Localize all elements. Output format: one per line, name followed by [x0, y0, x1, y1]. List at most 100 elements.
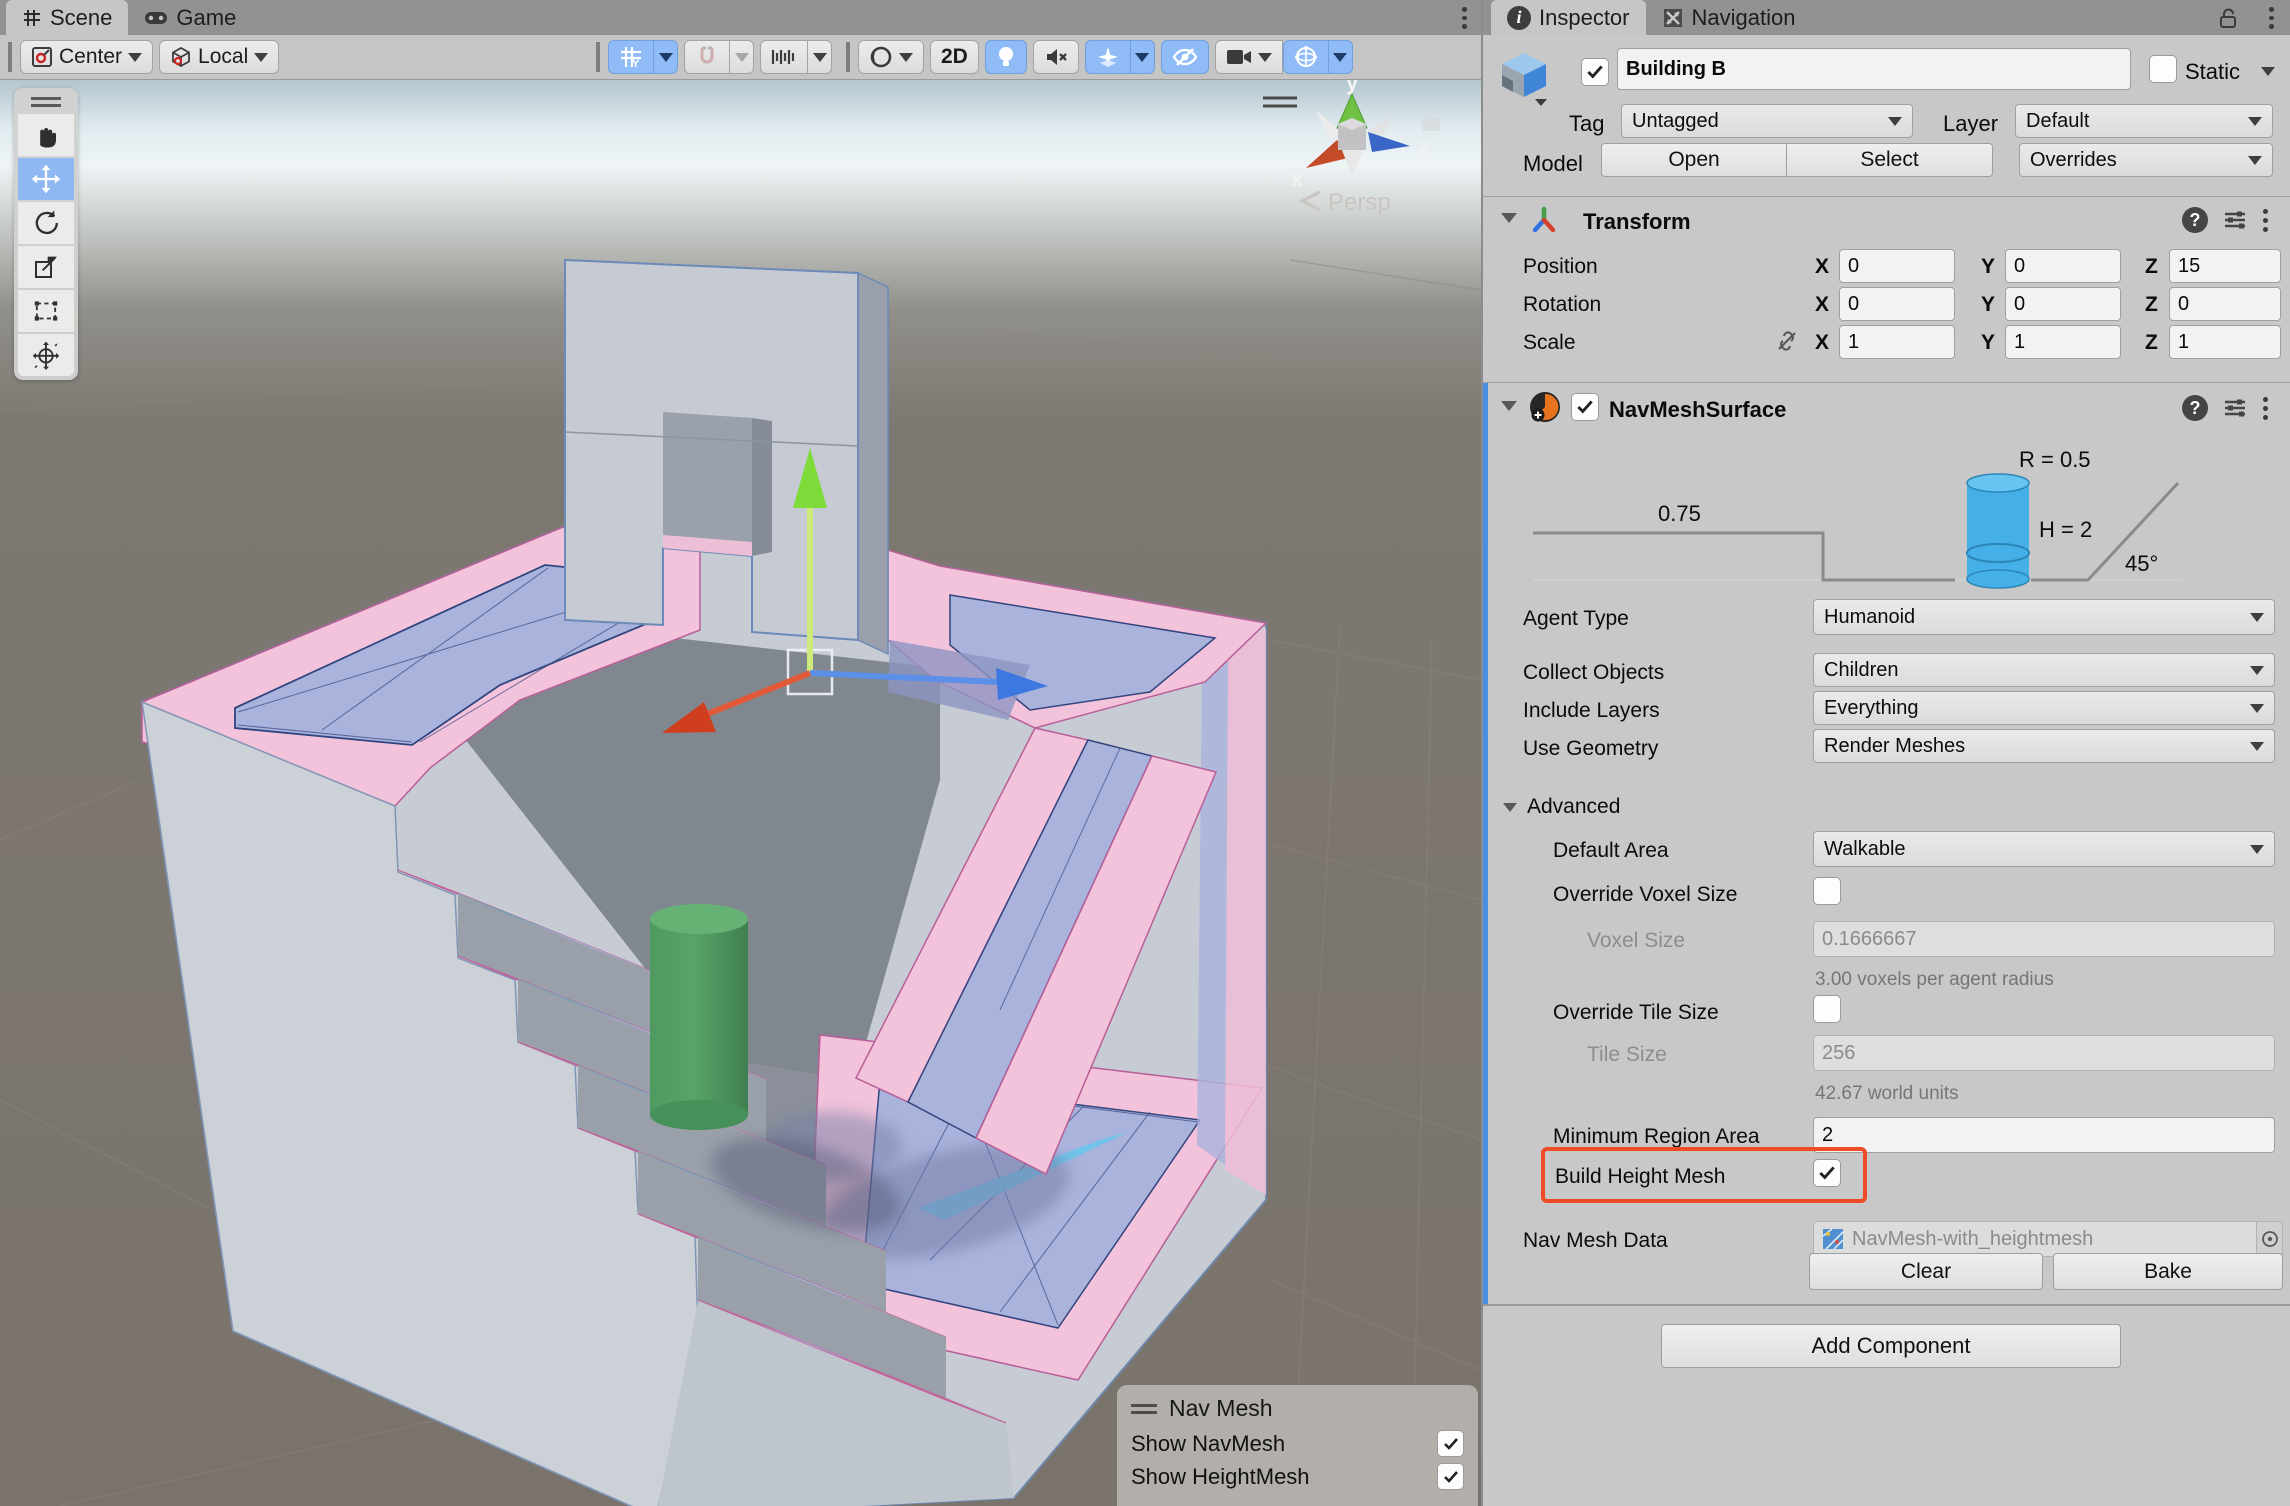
navmesh-overlay-drag-handle[interactable]: [1131, 1404, 1157, 1414]
grid-options-caret[interactable]: [654, 40, 678, 74]
object-picker-button[interactable]: [2257, 1221, 2283, 1257]
position-z-field[interactable]: [2169, 249, 2281, 283]
toolbar-grip[interactable]: [846, 42, 850, 72]
advanced-foldout[interactable]: [1503, 803, 1517, 812]
effects-star-icon: [1096, 45, 1120, 69]
scale-x-field[interactable]: [1839, 325, 1955, 359]
nav-mesh-data-value: NavMesh-with_heightmesh: [1852, 1228, 2093, 1251]
projection-label[interactable]: Persp: [1328, 189, 1391, 216]
show-heightmesh-checkbox[interactable]: [1437, 1463, 1464, 1490]
scale-tool[interactable]: [18, 246, 74, 288]
rect-tool[interactable]: [18, 290, 74, 332]
transform-tool[interactable]: [18, 334, 74, 376]
override-tile-size-label: Override Tile Size: [1553, 1001, 1719, 1025]
toolbar-grip[interactable]: [8, 42, 12, 72]
snap-options-caret[interactable]: [730, 40, 754, 74]
gizmos-options-caret[interactable]: [1329, 40, 1353, 74]
presets-icon[interactable]: [2222, 207, 2248, 233]
tab-scene[interactable]: Scene: [6, 0, 128, 35]
lightbulb-icon: [996, 45, 1016, 69]
inspector-menu-kebab-icon[interactable]: [2268, 7, 2274, 29]
rotate-tool[interactable]: [18, 202, 74, 244]
layer-dropdown[interactable]: Default: [2015, 104, 2273, 138]
show-navmesh-checkbox[interactable]: [1437, 1430, 1464, 1457]
grid-axis-icon: Y: [619, 45, 643, 69]
model-select-button[interactable]: Select: [1787, 143, 1993, 177]
snap-button[interactable]: [684, 40, 730, 74]
divider: [1483, 1304, 2290, 1306]
pivot-mode-button[interactable]: Center: [20, 40, 153, 74]
measure-options-caret[interactable]: [808, 40, 832, 74]
static-checkbox[interactable]: [2149, 55, 2177, 83]
scale-z-field[interactable]: [2169, 325, 2281, 359]
override-tile-size-checkbox[interactable]: [1813, 995, 1841, 1023]
gameobject-active-checkbox[interactable]: [1581, 58, 1609, 86]
bake-button[interactable]: Bake: [2053, 1253, 2283, 1290]
gizmos-button[interactable]: [1283, 40, 1329, 74]
tile-size-helper: 42.67 world units: [1815, 1083, 1959, 1105]
tab-inspector[interactable]: i Inspector: [1491, 0, 1646, 35]
nav-mesh-data-field[interactable]: NavMesh-with_heightmesh: [1813, 1221, 2257, 1257]
use-geometry-dropdown[interactable]: Render Meshes: [1813, 729, 2275, 763]
tab-game[interactable]: Game: [128, 0, 252, 35]
rotate-icon: [31, 208, 61, 238]
model-open-button[interactable]: Open: [1601, 143, 1787, 177]
scale-y-field[interactable]: [2005, 325, 2121, 359]
transform-kebab-icon[interactable]: [2262, 208, 2268, 232]
navmeshsurface-enabled-checkbox[interactable]: [1571, 393, 1599, 421]
agent-type-dropdown[interactable]: Humanoid: [1813, 599, 2275, 635]
gameobject-header: Static Tag Untagged Layer Default Model …: [1483, 35, 2290, 185]
static-flags-caret[interactable]: [2261, 67, 2275, 76]
clear-button[interactable]: Clear: [1809, 1253, 2043, 1290]
collect-objects-value: Children: [1824, 659, 1898, 682]
position-x-field[interactable]: [1839, 249, 1955, 283]
move-tool[interactable]: [18, 158, 74, 200]
help-icon[interactable]: ?: [2182, 395, 2208, 421]
navmeshsurface-kebab-icon[interactable]: [2262, 396, 2268, 420]
scene-viewport[interactable]: y x z Persp: [0, 80, 1481, 1506]
default-area-dropdown[interactable]: Walkable: [1813, 831, 2275, 867]
override-voxel-size-checkbox[interactable]: [1813, 877, 1841, 905]
draw-mode-button[interactable]: [858, 40, 924, 74]
tools-drag-handle[interactable]: [18, 94, 74, 110]
hidden-objects-button[interactable]: [1161, 40, 1209, 74]
2d-mode-button[interactable]: 2D: [930, 40, 979, 74]
view-hand-tool[interactable]: [18, 114, 74, 156]
toolbar-grip[interactable]: [596, 42, 600, 72]
position-y-field[interactable]: [2005, 249, 2121, 283]
measure-button[interactable]: [760, 40, 808, 74]
overrides-dropdown[interactable]: Overrides: [2019, 143, 2273, 177]
build-height-mesh-checkbox[interactable]: [1813, 1159, 1841, 1187]
minimum-region-area-field[interactable]: [1813, 1117, 2275, 1153]
help-icon[interactable]: ?: [2182, 207, 2208, 233]
rotation-z-field[interactable]: [2169, 287, 2281, 321]
inspector-lock-icon[interactable]: [2218, 7, 2238, 34]
tab-navigation[interactable]: Navigation: [1646, 0, 1812, 35]
agent-type-label: Agent Type: [1523, 607, 1629, 631]
audio-toggle-button[interactable]: [1033, 40, 1079, 74]
collect-objects-label: Collect Objects: [1523, 661, 1664, 685]
lighting-toggle-button[interactable]: [985, 40, 1027, 74]
rotation-x-field[interactable]: [1839, 287, 1955, 321]
add-component-button[interactable]: Add Component: [1661, 1324, 2121, 1368]
rotation-y-field[interactable]: [2005, 287, 2121, 321]
transform-foldout[interactable]: [1501, 213, 1517, 223]
link-broken-icon[interactable]: [1775, 329, 1799, 353]
prefab-cube-icon: [1497, 49, 1551, 107]
handle-space-button[interactable]: Local: [159, 40, 279, 74]
agent-width-label: 0.75: [1658, 501, 1701, 526]
scene-menu-kebab-icon[interactable]: [1461, 7, 1467, 29]
effects-options-caret[interactable]: [1131, 40, 1155, 74]
navmeshsurface-foldout[interactable]: [1501, 401, 1517, 411]
cube-icon: [170, 46, 192, 68]
presets-icon[interactable]: [2222, 395, 2248, 421]
collect-objects-dropdown[interactable]: Children: [1813, 653, 2275, 687]
tag-dropdown[interactable]: Untagged: [1621, 104, 1913, 138]
effects-toggle-button[interactable]: [1085, 40, 1131, 74]
include-layers-dropdown[interactable]: Everything: [1813, 691, 2275, 725]
tab-game-label: Game: [176, 5, 236, 31]
camera-button[interactable]: [1215, 40, 1283, 74]
axis-y-label: y: [1346, 80, 1359, 95]
grid-visibility-button[interactable]: Y: [608, 40, 654, 74]
gameobject-name-field[interactable]: [1617, 48, 2131, 90]
